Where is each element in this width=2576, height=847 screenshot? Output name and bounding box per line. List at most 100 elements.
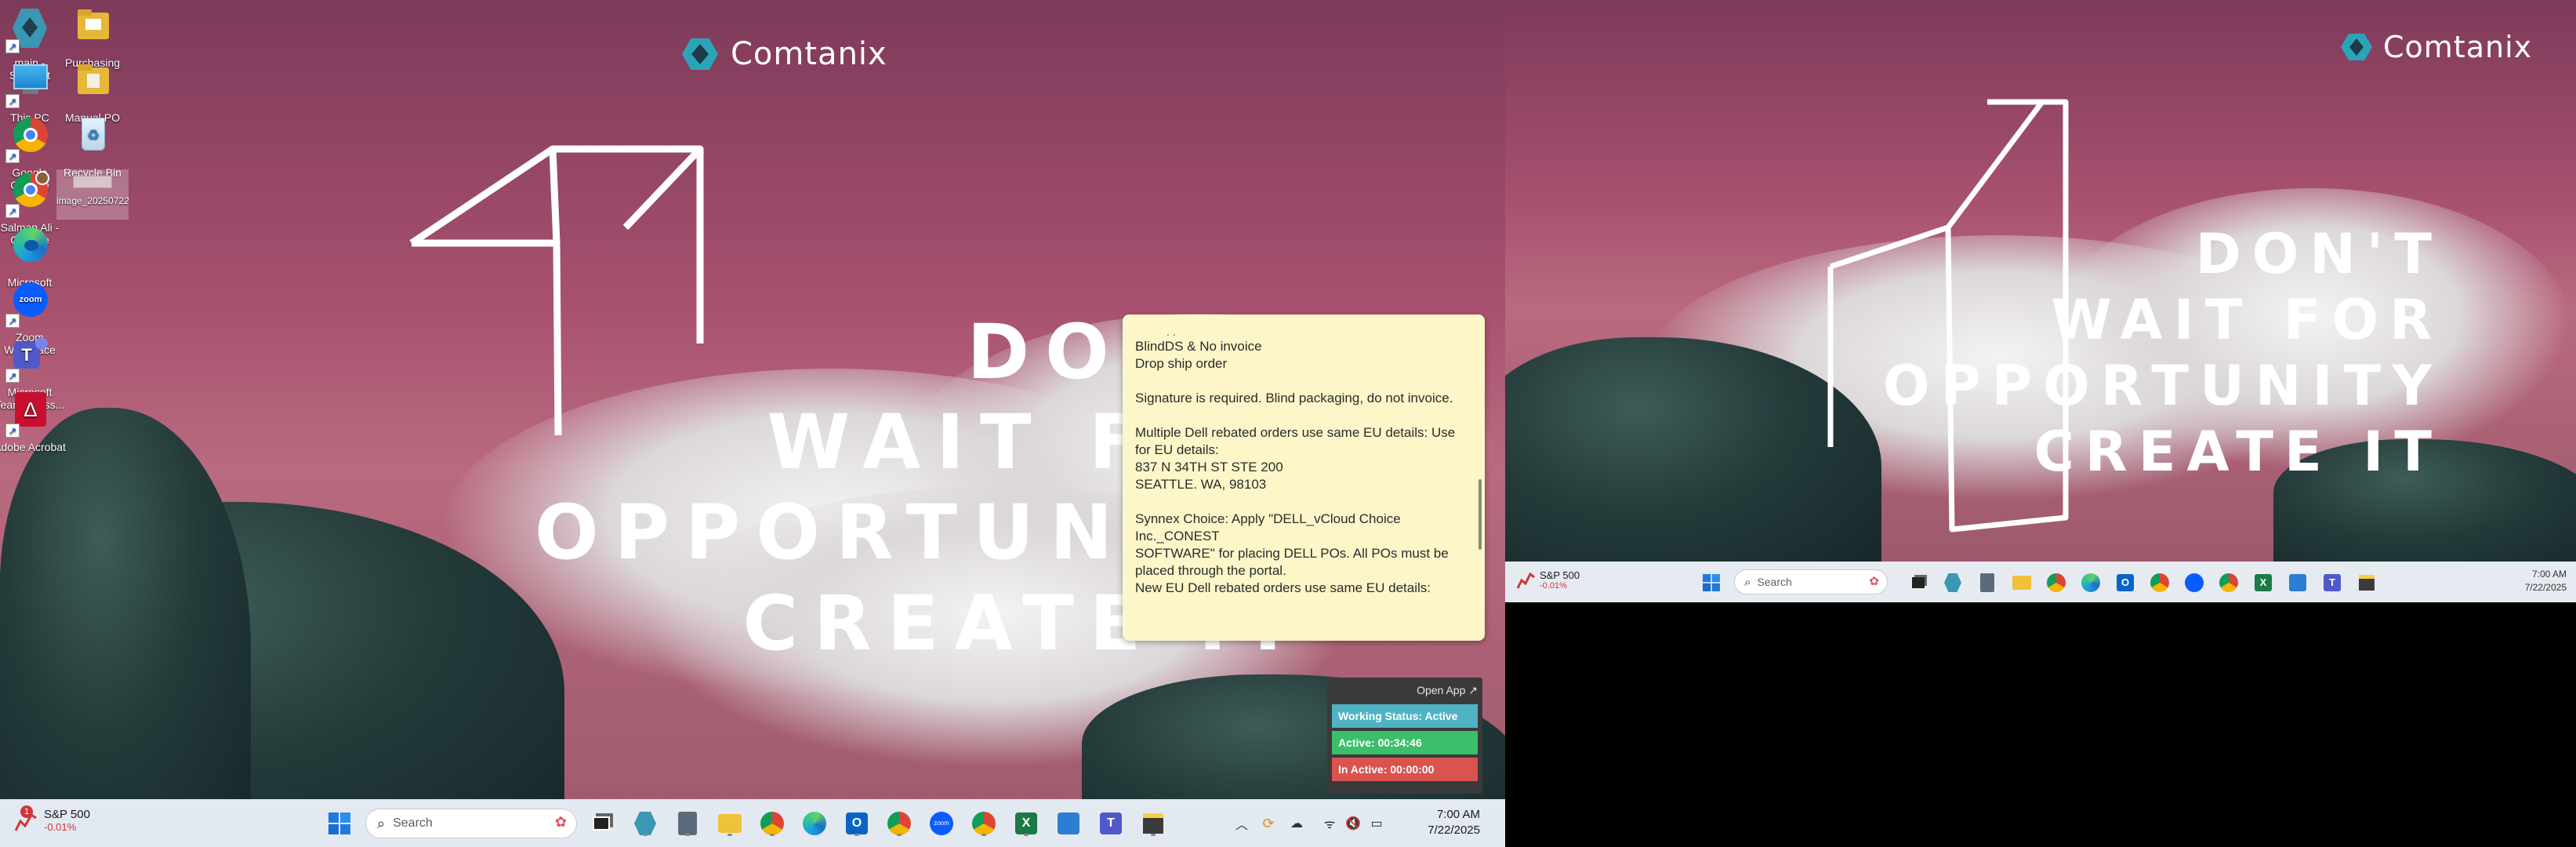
shortcut-arrow-icon: ↗ (5, 149, 20, 163)
task-view-button[interactable] (1907, 571, 1930, 594)
battery-icon[interactable]: ▭ (1366, 810, 1388, 837)
task-view-icon (593, 816, 610, 831)
search-highlight-icon: ✿ (554, 814, 567, 830)
taskbar-zoom[interactable] (2182, 571, 2206, 594)
desktop-icon-label: Adobe Acrobat (0, 441, 66, 453)
sticky-note-ellipsis: . . (1166, 325, 1176, 338)
stock-name: S&P 500 (1540, 569, 1580, 581)
task-view-icon (1912, 577, 1925, 588)
chrome-icon (2150, 573, 2169, 592)
taskbar-calculator[interactable] (1976, 571, 1999, 594)
secondary-monitor: Comtanix DON'T WAIT FOR OPPORTUNITY CREA… (1505, 0, 2576, 602)
comtanix-logo: Comtanix (682, 36, 887, 72)
search-icon: ⌕ (1744, 575, 1751, 589)
taskbar-chrome-profile[interactable] (757, 809, 787, 838)
stock-widget[interactable]: S&P 500 -0.01% (1516, 568, 1580, 591)
taskbar-edge[interactable] (800, 809, 829, 838)
time-tracker-widget: Open App ↗ Working Status: Active Active… (1327, 678, 1482, 794)
taskbar-snipping[interactable] (1054, 809, 1083, 838)
search-icon: ⌕ (377, 815, 386, 831)
slogan: DON'T WAIT FOR OPPORTUNITY CREATE IT (1883, 221, 2443, 485)
taskbar-zoom[interactable]: zoom (927, 809, 956, 838)
sticky-note-line: BlindDS & No invoice (1135, 339, 1262, 354)
taskbar-search-input[interactable]: ⌕ Search ✿ (1734, 569, 1888, 594)
taskbar-edge[interactable] (2079, 571, 2103, 594)
recycle-bin-icon: ♻ (68, 115, 117, 163)
calculator-icon (1980, 573, 1994, 592)
taskbar-calculator[interactable] (673, 809, 702, 838)
sticky-note-line: placed through the portal. (1135, 563, 1286, 578)
inactive-time: In Active: 00:00:00 (1332, 758, 1478, 781)
windows-logo-icon (1703, 574, 1720, 591)
stock-widget[interactable]: 1 S&P 500 -0.01% (14, 805, 90, 834)
shortcut-arrow-icon: ↗ (5, 369, 20, 383)
sticky-note-line: Synnex Choice: Apply "DELL_vCloud Choice… (1135, 511, 1401, 543)
start-button[interactable] (325, 809, 354, 838)
start-button[interactable] (1700, 571, 1723, 594)
taskbar-chrome-3[interactable] (969, 809, 999, 838)
clock-date: 7/22/2025 (2524, 582, 2567, 593)
search-placeholder: Search (1757, 576, 1792, 588)
volume-muted-icon[interactable]: 🔇 (1342, 810, 1364, 837)
taskbar-search-input[interactable]: ⌕ Search ✿ (365, 809, 577, 838)
acrobat-icon: ∆ ↗ (5, 389, 54, 438)
taskbar-outlook[interactable]: O (2113, 571, 2137, 594)
snipping-tool-icon (1058, 812, 1079, 834)
taskbar-sticky-notes[interactable] (1138, 809, 1168, 838)
shortcut-arrow-icon: ↗ (5, 204, 20, 218)
taskbar-app-main[interactable] (1941, 571, 1965, 594)
taskbar-file-explorer[interactable] (2010, 571, 2034, 594)
taskbar-sticky-notes[interactable] (2355, 571, 2378, 594)
brand-name: Comtanix (2383, 30, 2533, 64)
app-shortcut-icon (1944, 573, 1961, 592)
sticky-note-scrollbar[interactable] (1478, 479, 1482, 550)
taskbar-chrome-2[interactable] (884, 809, 914, 838)
excel-icon: X (2255, 574, 2272, 591)
zoom-icon (2185, 573, 2204, 592)
task-view-button[interactable] (586, 809, 616, 838)
taskbar-chrome-profile[interactable] (2044, 571, 2068, 594)
desktop-icon-image-file[interactable]: image_20250722071241 (56, 169, 129, 220)
taskbar-outlook[interactable]: O (842, 809, 872, 838)
open-app-link[interactable]: Open App ↗ (1327, 678, 1482, 704)
sticky-note-line (1135, 493, 1474, 511)
clock-time: 7:00 AM (1436, 808, 1480, 821)
active-time: Active: 00:34:46 (1332, 731, 1478, 754)
desktop-icon-label: image_20250722071241 (56, 195, 129, 206)
zoom-icon: zoom (930, 812, 953, 835)
taskbar-excel[interactable]: X (2251, 571, 2275, 594)
show-hidden-icons-button[interactable]: ︿ (1232, 810, 1251, 837)
sticky-note-line: for EU details: (1135, 442, 1219, 457)
edge-icon (2081, 573, 2100, 592)
taskbar-teams[interactable]: T (2320, 571, 2344, 594)
tray-sync-icon[interactable]: ⟳ (1257, 810, 1279, 837)
shortcut-arrow-icon: ↗ (5, 424, 20, 438)
taskbar-excel[interactable]: X (1011, 809, 1041, 838)
taskbar-chrome-2[interactable] (2148, 571, 2171, 594)
taskbar-app-main[interactable] (630, 809, 660, 838)
taskbar-teams[interactable]: T (1096, 809, 1126, 838)
sticky-note-line: SEATTLE. WA, 98103 (1135, 477, 1267, 492)
sticky-note[interactable]: . . BlindDS & No invoice Drop ship order… (1123, 314, 1485, 641)
taskbar-file-explorer[interactable] (715, 809, 745, 838)
tray-cloud-icon[interactable]: ☁ (1286, 810, 1308, 837)
stock-badge: 1 (20, 805, 33, 818)
taskbar-clock[interactable]: 7:00 AM 7/22/2025 (2485, 568, 2567, 594)
search-placeholder: Search (393, 816, 433, 830)
sticky-note-line (1135, 373, 1474, 390)
calculator-icon (678, 812, 697, 835)
stock-change: -0.01% (1540, 580, 1567, 591)
taskbar-chrome-3[interactable] (2217, 571, 2240, 594)
taskbar-snipping[interactable] (2286, 571, 2309, 594)
sticky-note-line: Multiple Dell rebated orders use same EU… (1135, 425, 1456, 440)
shortcut-arrow-icon: ↗ (5, 314, 20, 328)
wifi-icon[interactable]: ᯤ (1319, 810, 1341, 837)
desktop-icon-adobe-acrobat[interactable]: ∆ ↗ Adobe Acrobat (0, 389, 66, 453)
taskbar-clock[interactable]: 7:00 AM 7/22/2025 (1395, 807, 1480, 838)
windows-logo-icon (328, 812, 350, 834)
file-explorer-icon (718, 814, 742, 833)
folder-icon (68, 5, 117, 53)
sticky-note-line: SOFTWARE" for placing DELL POs. All POs … (1135, 546, 1449, 561)
teams-icon: T ↗ (5, 334, 54, 383)
excel-icon: X (1015, 812, 1037, 834)
